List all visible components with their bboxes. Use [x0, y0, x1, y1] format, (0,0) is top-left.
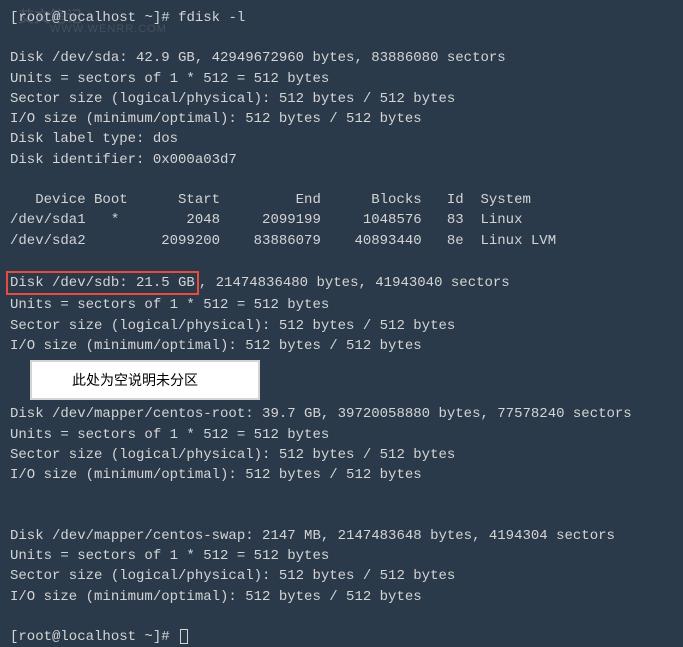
- root-dm-header: Disk /dev/mapper/centos-root: 39.7 GB, 3…: [10, 404, 673, 424]
- sda-label: Disk label type: dos: [10, 129, 673, 149]
- sda-iosize: I/O size (minimum/optimal): 512 bytes / …: [10, 109, 673, 129]
- sda-header: Disk /dev/sda: 42.9 GB, 42949672960 byte…: [10, 48, 673, 68]
- sdb-sector: Sector size (logical/physical): 512 byte…: [10, 316, 673, 336]
- blank-line: [10, 506, 673, 526]
- swap-dm-units: Units = sectors of 1 * 512 = 512 bytes: [10, 546, 673, 566]
- swap-dm-header: Disk /dev/mapper/centos-swap: 2147 MB, 2…: [10, 526, 673, 546]
- blank-line: [10, 170, 673, 190]
- sda-identifier: Disk identifier: 0x000a03d7: [10, 150, 673, 170]
- blank-line: [10, 28, 673, 48]
- sdb-header-line: Disk /dev/sdb: 21.5 GB, 21474836480 byte…: [10, 271, 673, 295]
- root-dm-iosize: I/O size (minimum/optimal): 512 bytes / …: [10, 465, 673, 485]
- sdb-units: Units = sectors of 1 * 512 = 512 bytes: [10, 295, 673, 315]
- prompt-end: [root@localhost ~]#: [10, 629, 178, 645]
- sda-sector: Sector size (logical/physical): 512 byte…: [10, 89, 673, 109]
- table-row-sda1: /dev/sda1 * 2048 2099199 1048576 83 Linu…: [10, 210, 673, 230]
- sdb-rest: , 21474836480 bytes, 41943040 sectors: [199, 275, 510, 291]
- table-header: Device Boot Start End Blocks Id System: [10, 190, 673, 210]
- blank-line: [10, 486, 673, 506]
- sdb-iosize: I/O size (minimum/optimal): 512 bytes / …: [10, 336, 673, 356]
- blank-line: [10, 251, 673, 271]
- root-dm-sector: Sector size (logical/physical): 512 byte…: [10, 445, 673, 465]
- cursor-icon: [180, 629, 188, 644]
- prompt-symbol: #: [161, 10, 169, 26]
- annotation-box: 此处为空说明未分区: [30, 360, 260, 400]
- prompt-host: localhost: [60, 10, 136, 26]
- command-text: fdisk -l: [178, 10, 245, 26]
- swap-dm-sector: Sector size (logical/physical): 512 byte…: [10, 566, 673, 586]
- sdb-highlight: Disk /dev/sdb: 21.5 GB: [6, 271, 199, 295]
- prompt-line: [root@localhost ~]# fdisk -l: [10, 8, 673, 28]
- sda-units: Units = sectors of 1 * 512 = 512 bytes: [10, 69, 673, 89]
- swap-dm-iosize: I/O size (minimum/optimal): 512 bytes / …: [10, 587, 673, 607]
- root-dm-units: Units = sectors of 1 * 512 = 512 bytes: [10, 425, 673, 445]
- prompt-end-line[interactable]: [root@localhost ~]#: [10, 627, 673, 647]
- annotation-container: 此处为空说明未分区: [10, 356, 673, 404]
- prompt-dir: ~: [144, 10, 152, 26]
- blank-line: [10, 607, 673, 627]
- table-row-sda2: /dev/sda2 2099200 83886079 40893440 8e L…: [10, 231, 673, 251]
- prompt-user: root: [18, 10, 52, 26]
